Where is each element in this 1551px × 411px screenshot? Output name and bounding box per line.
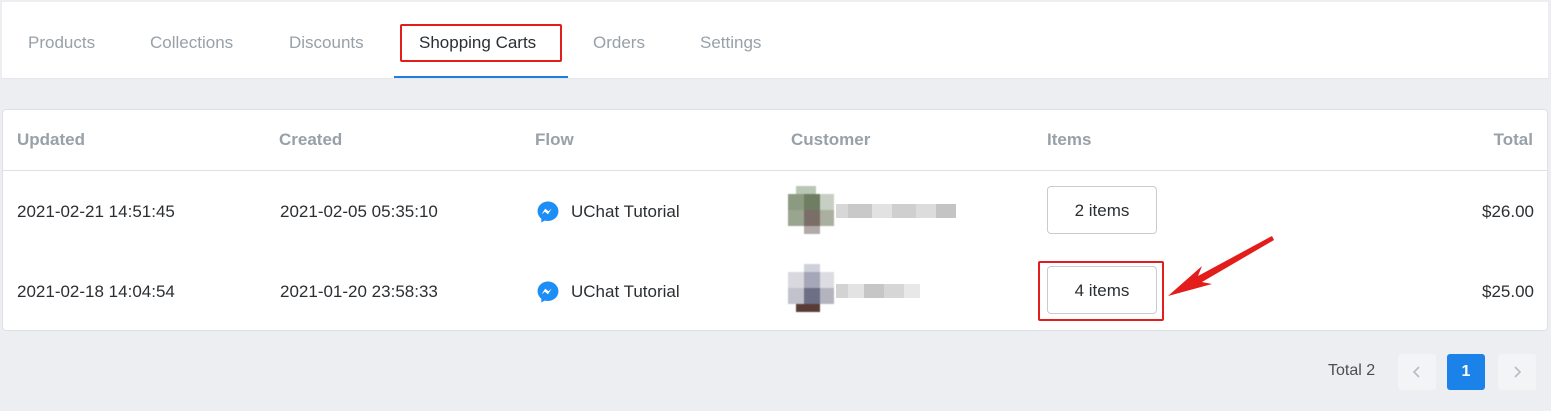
flow-cell[interactable]: UChat Tutorial <box>571 202 680 222</box>
chevron-left-icon <box>1412 366 1420 378</box>
pagination-next-button[interactable] <box>1498 354 1536 390</box>
messenger-icon <box>537 281 559 303</box>
column-header-customer: Customer <box>791 130 871 149</box>
updated-cell: 2021-02-18 14:04:54 <box>17 282 175 301</box>
tab-orders[interactable]: Orders <box>593 2 645 78</box>
pagination-prev-button[interactable] <box>1398 354 1436 390</box>
updated-cell: 2021-02-21 14:51:45 <box>17 202 175 221</box>
active-tab-indicator <box>394 76 568 78</box>
pagination-total: Total 2 <box>1328 362 1376 379</box>
shopping-carts-table: Updated Created Flow Customer Items Tota… <box>2 109 1548 331</box>
header-divider <box>3 170 1547 171</box>
column-header-created[interactable]: Created <box>279 130 342 150</box>
tab-settings[interactable]: Settings <box>700 2 761 78</box>
tab-discounts[interactable]: Discounts <box>289 2 364 78</box>
customer-avatar <box>788 264 834 312</box>
customer-avatar <box>788 186 834 234</box>
customer-name-redacted <box>836 204 956 218</box>
column-header-items: Items <box>1047 130 1092 149</box>
messenger-icon <box>537 201 559 223</box>
total-cell: $26.00 <box>1482 202 1534 221</box>
created-cell: 2021-01-20 23:58:33 <box>280 282 438 301</box>
total-cell: $25.00 <box>1482 282 1534 301</box>
annotation-arrow-icon <box>1168 236 1274 296</box>
column-header-flow: Flow <box>535 130 574 149</box>
annotation-highlight-box <box>400 24 562 62</box>
pagination-page-button[interactable]: 1 <box>1447 354 1485 390</box>
table-row[interactable]: 2021-02-21 14:51:45 2021-02-05 05:35:10 … <box>3 172 1547 252</box>
table-row[interactable]: 2021-02-18 14:04:54 2021-01-20 23:58:33 … <box>3 252 1547 332</box>
tab-products[interactable]: Products <box>28 2 95 78</box>
flow-cell[interactable]: UChat Tutorial <box>571 282 680 302</box>
items-button[interactable]: 2 items <box>1047 186 1157 234</box>
tab-collections[interactable]: Collections <box>150 2 233 78</box>
created-cell: 2021-02-05 05:35:10 <box>280 202 438 221</box>
column-header-total[interactable]: Total <box>1494 130 1533 150</box>
customer-name-redacted <box>836 284 920 298</box>
chevron-right-icon <box>1514 366 1522 378</box>
column-header-updated[interactable]: Updated <box>17 130 85 150</box>
tab-bar: Products Collections Discounts Shopping … <box>2 2 1548 79</box>
annotation-highlight-box <box>1038 261 1164 321</box>
